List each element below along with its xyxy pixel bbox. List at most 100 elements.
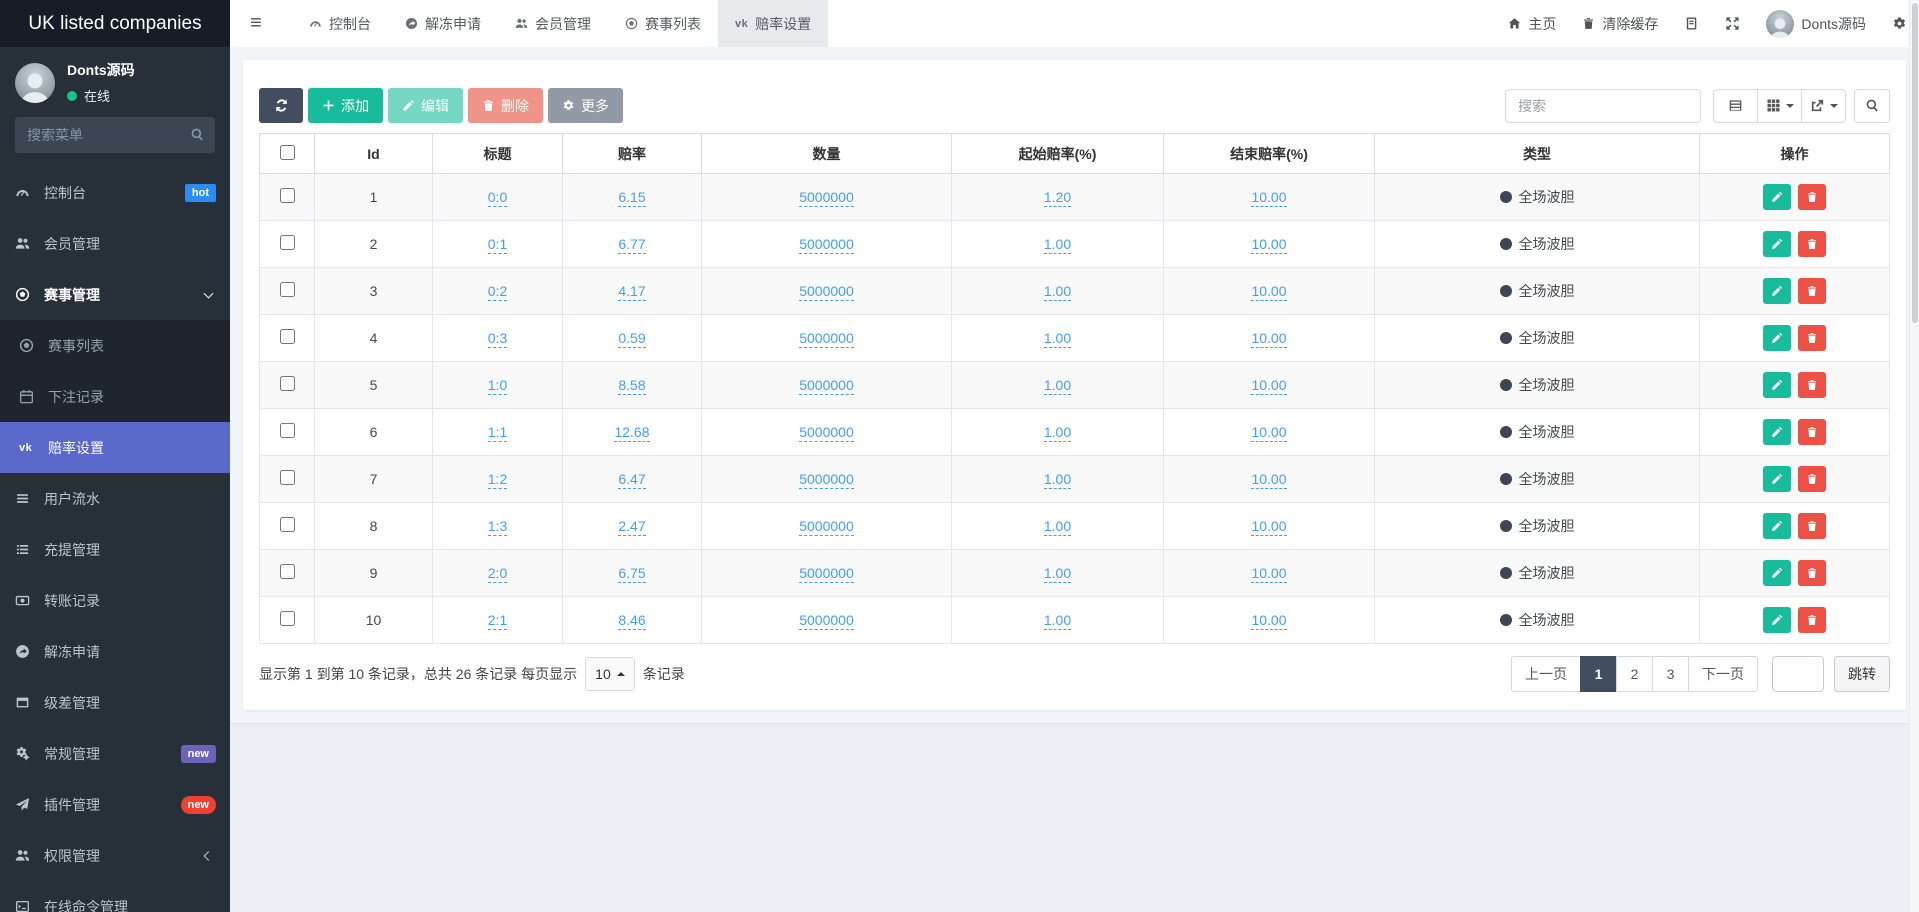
row-edit-button[interactable] [1762,513,1791,539]
table-search-input[interactable] [1505,88,1701,123]
end-odds-editable[interactable]: 10.00 [1251,236,1287,254]
row-checkbox[interactable] [279,611,295,626]
prev-page-button[interactable]: 上一页 [1511,656,1581,692]
row-delete-button[interactable] [1798,419,1827,445]
home-link[interactable]: 主页 [1508,14,1556,34]
row-checkbox[interactable] [279,329,295,344]
row-checkbox[interactable] [279,235,295,250]
search-button[interactable] [1854,88,1890,123]
start-odds-editable[interactable]: 1.00 [1043,424,1072,442]
end-odds-editable[interactable]: 10.00 [1251,283,1287,301]
title-editable[interactable]: 1:2 [487,471,508,489]
start-odds-editable[interactable]: 1.00 [1043,518,1072,536]
sidebar-item-members[interactable]: 会员管理 [0,218,230,269]
jump-page-input[interactable] [1772,656,1824,692]
title-editable[interactable]: 0:0 [487,189,508,207]
title-editable[interactable]: 0:2 [487,283,508,301]
add-button[interactable]: 添加 [308,88,383,123]
row-checkbox[interactable] [279,470,295,485]
row-delete-button[interactable] [1798,513,1827,539]
row-edit-button[interactable] [1762,278,1791,304]
odds-editable[interactable]: 8.58 [618,377,646,395]
row-delete-button[interactable] [1798,231,1827,257]
select-all-checkbox[interactable] [279,144,295,160]
row-delete-button[interactable] [1798,184,1827,210]
page-size-dropdown[interactable]: 10 [585,657,635,691]
title-editable[interactable]: 0:3 [487,330,508,348]
title-editable[interactable]: 2:0 [487,565,508,583]
odds-editable[interactable]: 8.46 [618,612,646,630]
user-menu[interactable]: Donts源码 [1766,9,1866,38]
end-odds-editable[interactable]: 10.00 [1251,612,1287,630]
row-edit-button[interactable] [1762,372,1791,398]
amount-editable[interactable]: 5000000 [799,565,854,583]
start-odds-editable[interactable]: 1.00 [1043,471,1072,489]
end-odds-editable[interactable]: 10.00 [1251,424,1287,442]
sidebar-item-dashboard[interactable]: 控制台 hot [0,167,230,218]
row-delete-button[interactable] [1798,466,1827,492]
amount-editable[interactable]: 5000000 [799,471,854,489]
row-delete-button[interactable] [1798,325,1827,351]
row-checkbox[interactable] [279,188,295,203]
delete-button[interactable]: 删除 [468,88,543,123]
row-delete-button[interactable] [1798,372,1827,398]
sidebar-item-odds-settings[interactable]: vk 赔率设置 [0,422,230,473]
tab-members[interactable]: 会员管理 [498,0,608,47]
title-editable[interactable]: 1:1 [487,424,508,442]
jump-button[interactable]: 跳转 [1834,656,1890,692]
sidebar-item-general[interactable]: 常规管理 new [0,728,230,779]
start-odds-editable[interactable]: 1.20 [1043,189,1072,207]
refresh-button[interactable] [259,88,303,123]
amount-editable[interactable]: 5000000 [799,518,854,536]
row-checkbox[interactable] [279,376,295,391]
row-delete-button[interactable] [1798,278,1827,304]
odds-editable[interactable]: 6.47 [618,471,646,489]
odds-editable[interactable]: 0.59 [618,330,646,348]
row-checkbox[interactable] [279,517,295,532]
tab-odds-settings[interactable]: vk 赔率设置 [718,0,829,47]
row-checkbox[interactable] [279,423,295,438]
amount-editable[interactable]: 5000000 [799,424,854,442]
end-odds-editable[interactable]: 10.00 [1251,377,1287,395]
start-odds-editable[interactable]: 1.00 [1043,236,1072,254]
language-icon[interactable] [1684,16,1699,31]
row-checkbox[interactable] [279,564,295,579]
amount-editable[interactable]: 5000000 [799,330,854,348]
row-edit-button[interactable] [1762,231,1791,257]
amount-editable[interactable]: 5000000 [799,612,854,630]
odds-editable[interactable]: 12.68 [614,424,650,442]
columns-button[interactable] [1757,88,1802,123]
gear-icon[interactable] [1892,16,1907,31]
detail-view-button[interactable] [1713,88,1758,123]
sidebar-item-permissions[interactable]: 权限管理 [0,830,230,881]
page-scrollbar[interactable] [1909,0,1919,912]
tab-dashboard[interactable]: 控制台 [292,0,388,47]
row-delete-button[interactable] [1798,607,1827,633]
odds-editable[interactable]: 6.15 [618,189,646,207]
amount-editable[interactable]: 5000000 [799,283,854,301]
start-odds-editable[interactable]: 1.00 [1043,330,1072,348]
title-editable[interactable]: 0:1 [487,236,508,254]
end-odds-editable[interactable]: 10.00 [1251,330,1287,348]
sidebar-item-user-flow[interactable]: 用户流水 [0,473,230,524]
row-delete-button[interactable] [1798,560,1827,586]
tab-match-list[interactable]: 赛事列表 [608,0,718,47]
odds-editable[interactable]: 2.47 [618,518,646,536]
amount-editable[interactable]: 5000000 [799,189,854,207]
odds-editable[interactable]: 6.77 [618,236,646,254]
row-edit-button[interactable] [1762,184,1791,210]
more-button[interactable]: 更多 [548,88,623,123]
page-button-2[interactable]: 2 [1616,656,1653,692]
fullscreen-icon[interactable] [1725,16,1740,31]
end-odds-editable[interactable]: 10.00 [1251,471,1287,489]
end-odds-editable[interactable]: 10.00 [1251,565,1287,583]
sidebar-item-online-command[interactable]: 在线命令管理 [0,881,230,912]
clear-cache-button[interactable]: 清除缓存 [1582,14,1658,34]
row-edit-button[interactable] [1762,325,1791,351]
sidebar-item-transfer-records[interactable]: 转账记录 [0,575,230,626]
scrollbar-thumb[interactable] [1912,3,1918,323]
next-page-button[interactable]: 下一页 [1688,656,1758,692]
start-odds-editable[interactable]: 1.00 [1043,565,1072,583]
sidebar-search-input[interactable] [15,117,215,153]
row-edit-button[interactable] [1762,419,1791,445]
